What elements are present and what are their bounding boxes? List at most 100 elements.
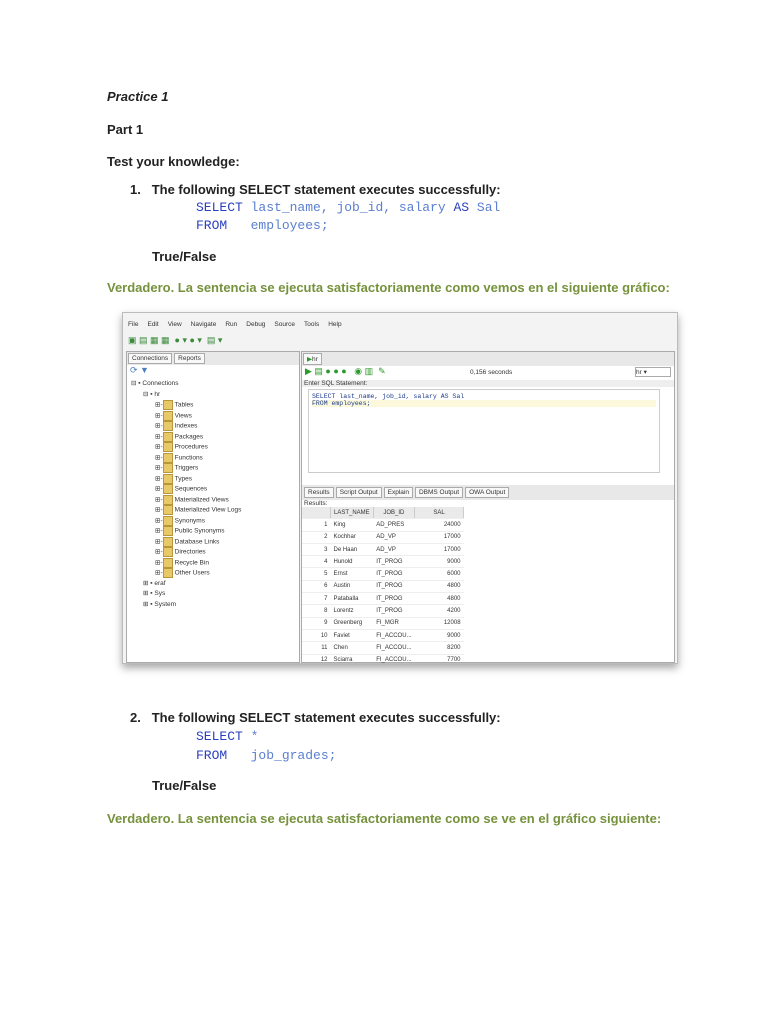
tree-node[interactable]: ⊞- Materialized Views [131, 494, 299, 506]
tree-node[interactable]: ⊞- Functions [131, 452, 299, 464]
menu-item: Help [328, 321, 342, 328]
tree-node[interactable]: ⊞- Procedures [131, 442, 299, 453]
document-page: Practice 1 Part 1 Test your knowledge: 1… [0, 0, 768, 1024]
folder-icon [162, 431, 173, 442]
table-row[interactable]: 1 King AD_PRES 24000 [302, 518, 464, 532]
column-header: LAST_NAME [330, 507, 374, 520]
folder-icon [162, 547, 173, 557]
connection-select: hr ▾ [635, 367, 671, 377]
sql-line: FROM employees; [312, 400, 656, 407]
table-cell: FI_ACCOU... [373, 654, 415, 663]
select-value: hr [636, 369, 642, 376]
tree-node[interactable]: ⊞- Directories [131, 547, 299, 558]
keyword: FROM [196, 748, 228, 763]
table-cell: 24000 [414, 518, 464, 532]
code-text: * [250, 729, 259, 744]
folder-icon [162, 452, 173, 463]
folder-icon [162, 421, 173, 431]
tree-node[interactable]: ⊞- Synonyms [131, 515, 299, 527]
table-row[interactable]: 5 Ernst IT_PROG 6000 [302, 567, 464, 581]
sql-developer-screenshot: File Edit View Navigate Run Debug Source Tools H… [122, 312, 678, 664]
tree-node[interactable]: ⊞- Public Synonyms [131, 526, 299, 537]
table-cell: IT_PROG [373, 580, 415, 594]
column-header [302, 507, 331, 520]
table-row[interactable]: 11 Chen FI_ACCOU... 8200 [302, 641, 464, 655]
table-cell: 8200 [414, 641, 464, 655]
answer-1: Verdadero. La sentencia se ejecuta satis… [107, 280, 670, 295]
tab-owa-output: OWA Output [465, 487, 510, 498]
sql-line: SELECT last_name, job_id, salary AS Sal [312, 393, 465, 400]
tree-node[interactable]: ⊞- Other Users [131, 568, 299, 579]
sql-editor: SELECT last_name, job_id, salary AS Sal … [308, 389, 660, 473]
tree-node[interactable]: ⊞- Triggers [131, 463, 299, 474]
table-cell: Chen [330, 641, 374, 655]
tree-connection[interactable]: ⊞ ▪ eraf [131, 579, 299, 590]
tree-node[interactable]: ⊞- Recycle Bin [131, 557, 299, 569]
tree-node[interactable]: ⊞- Views [131, 410, 299, 422]
tree-connection[interactable]: ⊞ ▪ Sys [131, 589, 299, 600]
table-row[interactable]: 4 Hunold IT_PROG 9000 [302, 555, 464, 569]
tree-label: Types [174, 475, 192, 483]
tree-node[interactable]: ⊞- Tables [131, 400, 299, 411]
folder-icon [162, 463, 173, 473]
folder-icon [162, 536, 173, 547]
section-heading: Test your knowledge: [107, 154, 240, 169]
answer-2: Verdadero. La sentencia se ejecuta satis… [107, 811, 662, 826]
tree-label: Sys [154, 590, 166, 597]
table-cell: IT_PROG [373, 567, 415, 581]
connections-tree: ⊟ ▪ Connections ⊟ ▪ hr ⊞- Tables ⊞- Views ⊞-… [127, 379, 299, 610]
table-row[interactable]: 2 Kochhar AD_VP 17000 [302, 531, 464, 544]
code-text: Sal [476, 200, 501, 215]
table-row[interactable]: 12 Sciarra FI_ACCOU... 7700 [302, 654, 464, 663]
table-cell: 4800 [414, 592, 464, 606]
folder-icon [162, 484, 173, 494]
table-row[interactable]: 9 Greenberg FI_MGR 12008 [302, 617, 464, 630]
table-cell: Pataballa [330, 592, 374, 606]
table-cell: 17000 [414, 543, 464, 557]
column-header: JOB_ID [373, 507, 416, 520]
tree-conn-hr: ⊟ ▪ hr [143, 390, 161, 398]
keyword: FROM [196, 218, 228, 233]
tree-node[interactable]: ⊞- Sequences [131, 484, 299, 495]
table-cell: 6000 [414, 567, 464, 581]
table-row[interactable]: 3 De Haan AD_VP 17000 [302, 543, 464, 557]
table-cell: 4 [302, 555, 331, 569]
table-cell: 1 [302, 518, 331, 532]
tab-label: hr [312, 356, 318, 363]
code-line: SELECT last_name, job_id, salary AS Sal [196, 200, 500, 215]
table-cell: 10 [302, 629, 331, 643]
tree-label: Other Users [174, 569, 210, 577]
table-cell: 3 [302, 543, 331, 557]
table-cell: 4200 [414, 604, 464, 618]
tree-connection[interactable]: ⊞ ▪ System [131, 600, 299, 611]
table-row[interactable]: 10 Faviet FI_ACCOU... 9000 [302, 629, 464, 643]
tree-node[interactable]: ⊞- Types [131, 473, 299, 485]
tab-dbms-output: DBMS Output [414, 487, 464, 498]
table-row[interactable]: 8 Lorentz IT_PROG 4200 [302, 604, 464, 618]
connections-panel: Connections Reports ⟳ ▼ ⊟ ▪ Connections ⊟… [126, 351, 300, 663]
timing-label: 0,156 seconds [470, 369, 513, 376]
table-cell: 6 [302, 580, 331, 594]
tab-reports: Reports [174, 353, 205, 364]
tree-label: Functions [174, 454, 203, 462]
table-cell: 17000 [414, 531, 464, 544]
folder-icon [162, 568, 173, 578]
tree-node[interactable]: ⊞- Database Links [131, 536, 299, 548]
menu-item: Navigate [190, 321, 217, 328]
menu-item: Tools [304, 321, 320, 328]
table-cell: 12 [302, 654, 331, 663]
tree-node[interactable]: ⊞- Indexes [131, 421, 299, 432]
table-cell: Sciarra [330, 654, 374, 663]
code-text: employees; [250, 218, 329, 233]
table-cell: 2 [302, 531, 331, 544]
tree-label: Indexes [174, 422, 198, 430]
table-row[interactable]: 6 Austin IT_PROG 4800 [302, 580, 464, 594]
table-cell: De Haan [330, 543, 374, 557]
folder-icon [162, 410, 173, 421]
tree-node[interactable]: ⊞- Packages [131, 431, 299, 443]
menu-item: Run [225, 321, 238, 328]
tree-label: Materialized View Logs [174, 506, 242, 514]
tree-node[interactable]: ⊞- Materialized View Logs [131, 505, 299, 516]
table-row[interactable]: 7 Pataballa IT_PROG 4800 [302, 592, 464, 606]
tab-hr: ▶hr [303, 353, 322, 365]
